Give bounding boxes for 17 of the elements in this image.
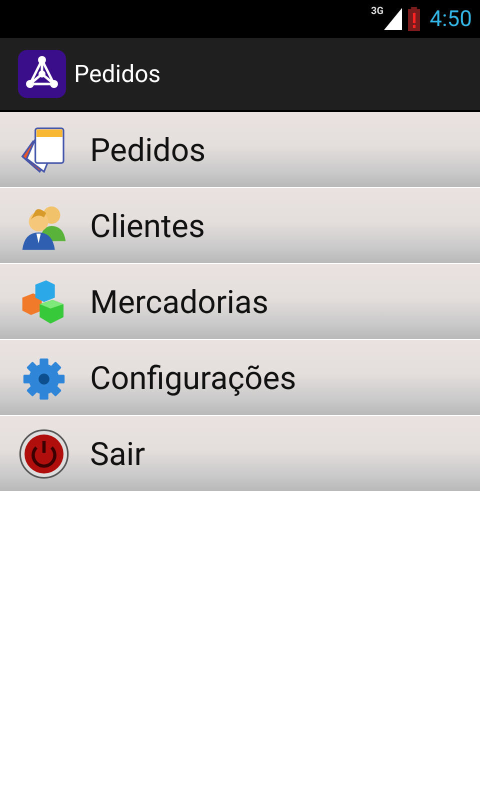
menu-item-label: Clientes (90, 206, 205, 244)
menu-item-label: Sair (90, 434, 146, 472)
menu-item-label: Mercadorias (90, 282, 268, 320)
menu-item[interactable]: Pedidos (0, 112, 480, 188)
menu-item[interactable]: Clientes (0, 188, 480, 264)
network-label: 3G (371, 6, 384, 17)
signal-icon (384, 8, 402, 30)
app-title: Pedidos (74, 60, 161, 88)
menu-item-label: Configurações (90, 358, 296, 396)
clock-time: 4:50 (430, 6, 472, 32)
power-icon (18, 428, 70, 480)
app-logo-icon (18, 50, 66, 98)
menu-item[interactable]: Sair (0, 416, 480, 492)
menu-item[interactable]: Mercadorias (0, 264, 480, 340)
menu-item[interactable]: Configurações (0, 340, 480, 416)
menu-item-label: Pedidos (90, 130, 206, 168)
battery-icon (408, 7, 420, 31)
